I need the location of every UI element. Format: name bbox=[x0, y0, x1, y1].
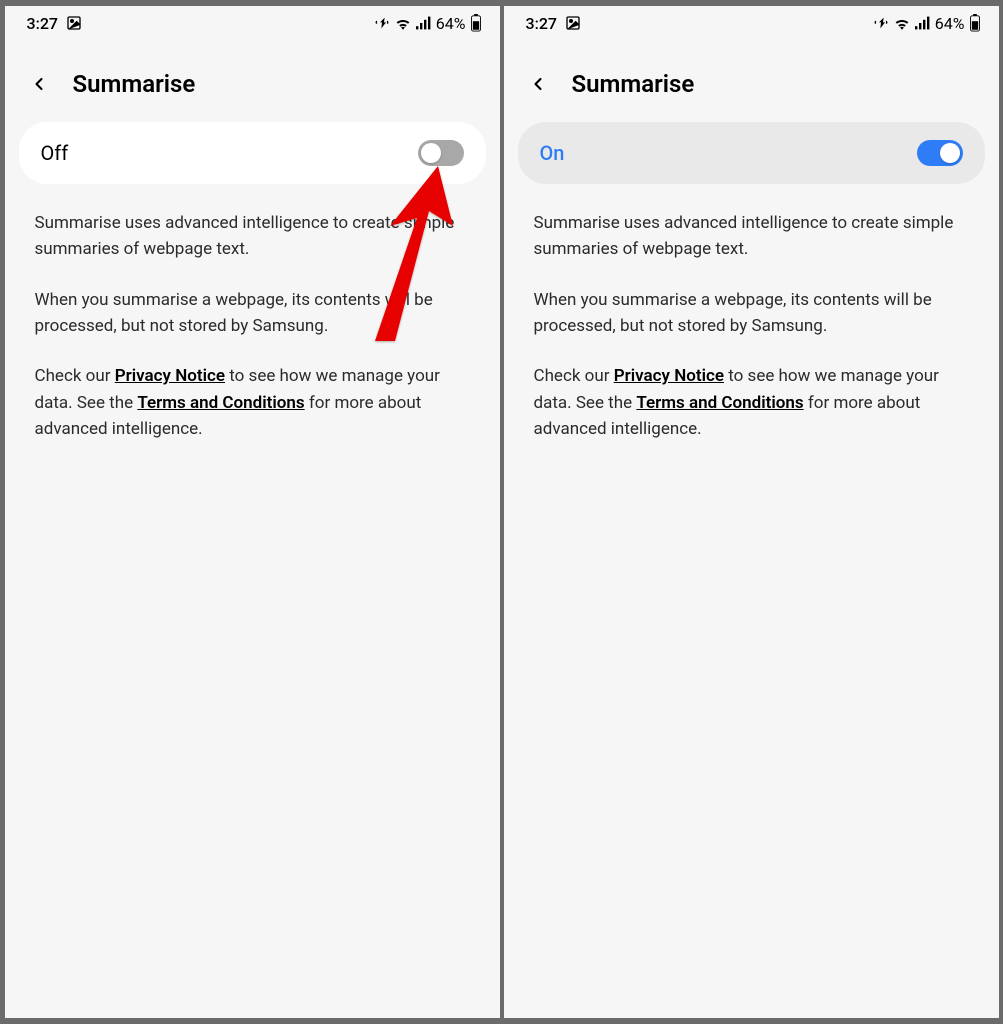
vibrate-icon bbox=[374, 15, 390, 31]
chevron-left-icon bbox=[29, 74, 49, 94]
summarise-toggle-card[interactable]: Off bbox=[19, 122, 486, 184]
media-icon bbox=[66, 15, 82, 31]
wifi-icon bbox=[394, 16, 412, 30]
chevron-left-icon bbox=[528, 74, 548, 94]
page-title: Summarise bbox=[73, 70, 196, 98]
description-p2: When you summarise a webpage, its conten… bbox=[534, 287, 969, 340]
toggle-state-label: Off bbox=[41, 141, 69, 165]
phone-screen-off-state: 3:27 64% Summarise Off Su bbox=[5, 6, 500, 1018]
description-p1: Summarise uses advanced intelligence to … bbox=[534, 210, 969, 263]
summarise-switch[interactable] bbox=[418, 140, 464, 166]
page-header: Summarise bbox=[5, 40, 500, 122]
wifi-icon bbox=[893, 16, 911, 30]
status-time: 3:27 bbox=[526, 14, 558, 33]
back-button[interactable] bbox=[27, 72, 51, 96]
summarise-switch[interactable] bbox=[917, 140, 963, 166]
battery-percent: 64% bbox=[436, 14, 466, 33]
vibrate-icon bbox=[873, 15, 889, 31]
back-button[interactable] bbox=[526, 72, 550, 96]
status-bar: 3:27 64% bbox=[504, 6, 999, 40]
status-bar: 3:27 64% bbox=[5, 6, 500, 40]
description-p2: When you summarise a webpage, its conten… bbox=[35, 287, 470, 340]
description-p3: Check our Privacy Notice to see how we m… bbox=[534, 363, 969, 442]
signal-icon bbox=[416, 16, 432, 30]
terms-link[interactable]: Terms and Conditions bbox=[636, 393, 803, 413]
toggle-state-label: On bbox=[540, 141, 565, 165]
status-time: 3:27 bbox=[27, 14, 59, 33]
battery-percent: 64% bbox=[935, 14, 965, 33]
description-p3: Check our Privacy Notice to see how we m… bbox=[35, 363, 470, 442]
description-p1: Summarise uses advanced intelligence to … bbox=[35, 210, 470, 263]
page-header: Summarise bbox=[504, 40, 999, 122]
description-block: Summarise uses advanced intelligence to … bbox=[504, 184, 999, 466]
phone-screen-on-state: 3:27 64% Summarise On Sum bbox=[504, 6, 999, 1018]
description-block: Summarise uses advanced intelligence to … bbox=[5, 184, 500, 466]
signal-icon bbox=[915, 16, 931, 30]
media-icon bbox=[565, 15, 581, 31]
page-title: Summarise bbox=[572, 70, 695, 98]
privacy-notice-link[interactable]: Privacy Notice bbox=[115, 366, 225, 386]
summarise-toggle-card[interactable]: On bbox=[518, 122, 985, 184]
battery-icon bbox=[969, 14, 981, 32]
privacy-notice-link[interactable]: Privacy Notice bbox=[614, 366, 724, 386]
terms-link[interactable]: Terms and Conditions bbox=[137, 393, 304, 413]
battery-icon bbox=[470, 14, 482, 32]
